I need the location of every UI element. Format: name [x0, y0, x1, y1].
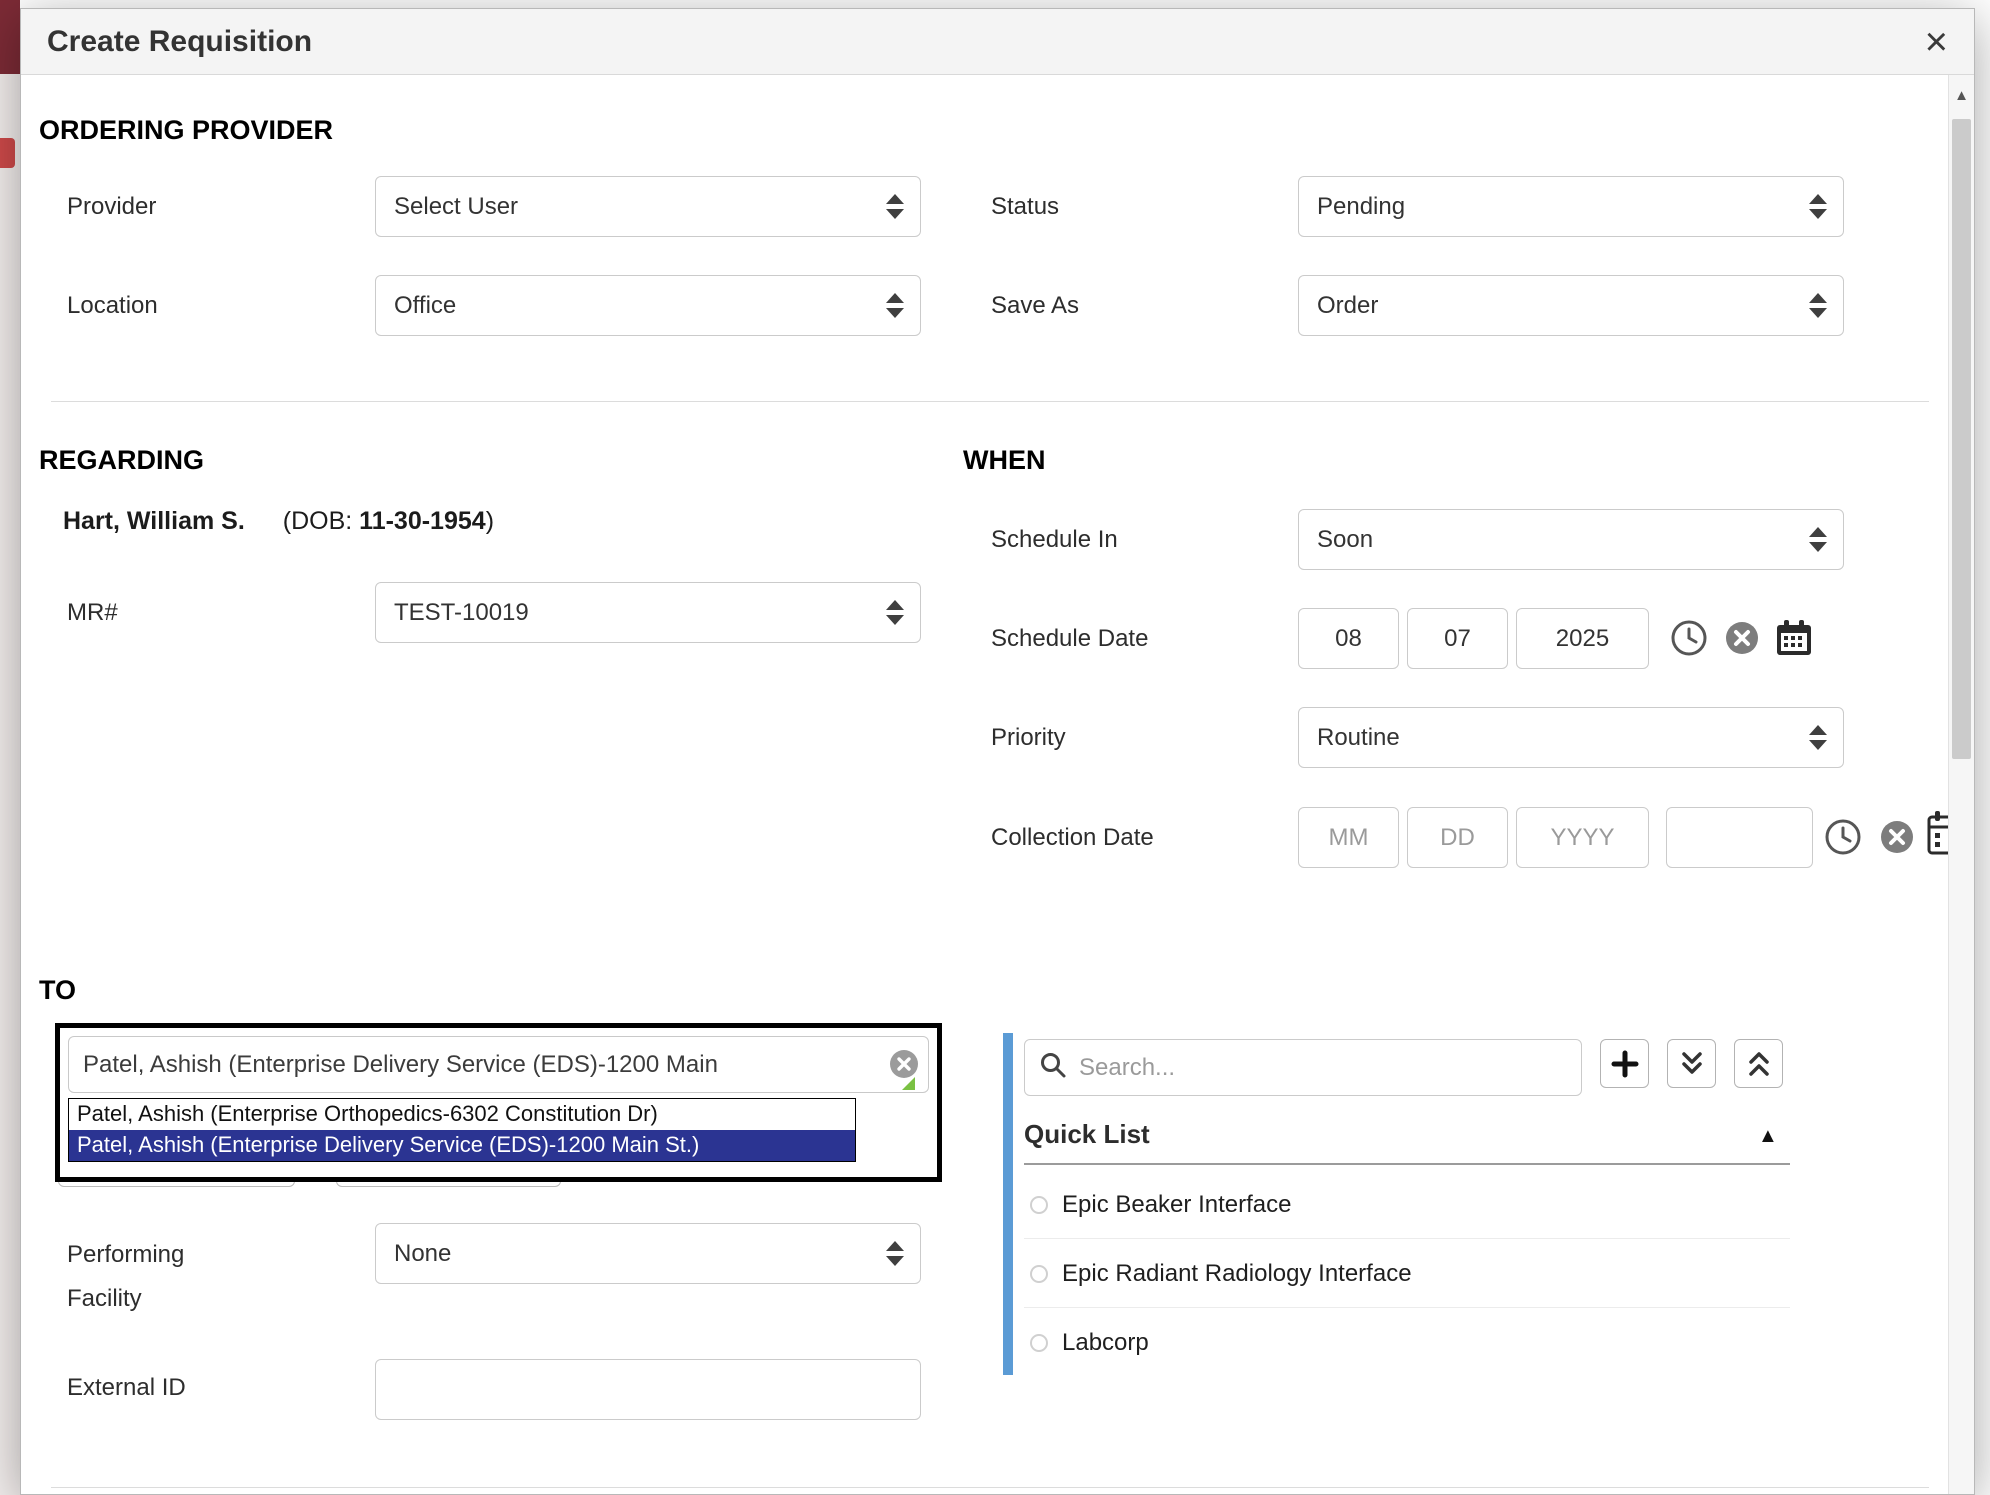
dob-value: 11-30-1954: [359, 507, 486, 535]
schedule-date-label: Schedule Date: [991, 625, 1148, 653]
schedule-year-input[interactable]: [1516, 608, 1649, 669]
quick-list-item-label: Epic Beaker Interface: [1062, 1191, 1291, 1219]
priority-select-value: Routine: [1317, 724, 1400, 752]
page-behind-modal: [0, 0, 20, 1495]
schedule-in-select[interactable]: Soon: [1298, 509, 1844, 570]
status-label: Status: [991, 193, 1059, 221]
performing-facility-select[interactable]: None: [375, 1223, 921, 1284]
patient-summary: Hart, William S. (DOB: 11-30-1954): [63, 507, 494, 536]
schedule-calendar-icon[interactable]: [1774, 618, 1814, 658]
schedule-month-input[interactable]: [1298, 608, 1399, 669]
quick-list-item[interactable]: Labcorp: [1024, 1309, 1790, 1377]
background-header-fragment: [0, 0, 20, 74]
modal-title: Create Requisition: [47, 25, 312, 59]
provider-select-value: Select User: [394, 193, 518, 221]
when-heading: WHEN: [963, 445, 1046, 476]
directory-search-input[interactable]: [1079, 1054, 1567, 1082]
regarding-heading: REGARDING: [39, 445, 204, 476]
background-alert-fragment: [0, 138, 15, 168]
quick-list-collapse-icon[interactable]: ▲: [1758, 1125, 1778, 1148]
save-as-label: Save As: [991, 292, 1079, 320]
recipient-input[interactable]: [68, 1036, 929, 1093]
location-select[interactable]: Office: [375, 275, 921, 336]
performing-facility-label: Performing Facility: [67, 1233, 227, 1321]
collection-time-clock-icon[interactable]: [1823, 817, 1863, 857]
bottom-divider: [51, 1487, 1929, 1488]
status-select-value: Pending: [1317, 193, 1405, 221]
select-caret-icon: [886, 600, 904, 625]
double-chevron-down-icon: [1677, 1049, 1707, 1079]
schedule-in-select-value: Soon: [1317, 526, 1373, 554]
mr-label: MR#: [67, 599, 118, 627]
priority-select[interactable]: Routine: [1298, 707, 1844, 768]
external-id-label: External ID: [67, 1374, 186, 1402]
patient-name: Hart, William S.: [63, 507, 245, 535]
select-caret-icon: [886, 194, 904, 219]
recipient-clear-icon[interactable]: [889, 1049, 919, 1084]
quick-list-item[interactable]: Epic Beaker Interface: [1024, 1171, 1790, 1239]
provider-select[interactable]: Select User: [375, 176, 921, 237]
recipient-autocomplete: Patel, Ashish (Enterprise Orthopedics-63…: [55, 1023, 942, 1182]
collection-month-input[interactable]: [1298, 807, 1399, 868]
ordering-provider-heading: ORDERING PROVIDER: [39, 115, 333, 146]
select-caret-icon: [1809, 194, 1827, 219]
save-as-select-value: Order: [1317, 292, 1378, 320]
modal-header: Create Requisition ×: [21, 9, 1974, 75]
location-select-value: Office: [394, 292, 456, 320]
expand-all-button[interactable]: [1667, 1039, 1716, 1088]
radio-icon[interactable]: [1030, 1265, 1048, 1283]
close-icon[interactable]: ×: [1925, 26, 1948, 58]
dob-close: ): [486, 507, 494, 535]
select-caret-icon: [1809, 527, 1827, 552]
quick-list-item-label: Labcorp: [1062, 1329, 1149, 1357]
provider-label: Provider: [67, 193, 156, 221]
radio-icon[interactable]: [1030, 1334, 1048, 1352]
scroll-up-arrow-icon[interactable]: ▲: [1949, 75, 1974, 115]
add-recipient-button[interactable]: [1600, 1039, 1649, 1088]
suggestion-item[interactable]: Patel, Ashish (Enterprise Orthopedics-63…: [69, 1099, 855, 1130]
collapse-all-button[interactable]: [1734, 1039, 1783, 1088]
save-as-select[interactable]: Order: [1298, 275, 1844, 336]
priority-label: Priority: [991, 724, 1066, 752]
double-chevron-up-icon: [1744, 1049, 1774, 1079]
collection-time-input[interactable]: [1666, 807, 1813, 868]
quick-list-item[interactable]: Epic Radiant Radiology Interface: [1024, 1240, 1790, 1308]
mr-select[interactable]: TEST-10019: [375, 582, 921, 643]
select-caret-icon: [1809, 293, 1827, 318]
scrollbar[interactable]: ▲: [1948, 75, 1974, 1494]
directory-accent-bar: [1003, 1033, 1013, 1375]
schedule-date-clear-icon[interactable]: [1724, 620, 1760, 656]
quick-list-underline: [1024, 1163, 1790, 1165]
collection-year-input[interactable]: [1516, 807, 1649, 868]
quick-list-heading: Quick List: [1024, 1119, 1150, 1150]
suggestion-list: Patel, Ashish (Enterprise Orthopedics-63…: [68, 1098, 856, 1162]
schedule-in-label: Schedule In: [991, 526, 1118, 554]
select-caret-icon: [1809, 725, 1827, 750]
collection-day-input[interactable]: [1407, 807, 1508, 868]
quick-list-item-label: Epic Radiant Radiology Interface: [1062, 1260, 1412, 1288]
suggestion-item-selected[interactable]: Patel, Ashish (Enterprise Delivery Servi…: [69, 1130, 855, 1161]
select-caret-icon: [886, 293, 904, 318]
screen: Create Requisition × ORDERING PROVIDER P…: [0, 0, 1990, 1495]
collection-date-clear-icon[interactable]: [1879, 819, 1915, 855]
scrollbar-thumb[interactable]: [1952, 119, 1971, 759]
performing-facility-select-value: None: [394, 1240, 451, 1268]
status-select[interactable]: Pending: [1298, 176, 1844, 237]
cutoff-calendar-icon[interactable]: [1927, 809, 1949, 867]
select-caret-icon: [886, 1241, 904, 1266]
external-id-input[interactable]: [375, 1359, 921, 1420]
create-requisition-modal: Create Requisition × ORDERING PROVIDER P…: [20, 8, 1975, 1495]
search-icon: [1039, 1051, 1067, 1084]
collection-date-label: Collection Date: [991, 824, 1154, 852]
to-heading: TO: [39, 975, 76, 1006]
dob-label: (DOB:: [283, 507, 352, 535]
radio-icon[interactable]: [1030, 1196, 1048, 1214]
schedule-time-clock-icon[interactable]: [1669, 618, 1709, 658]
schedule-day-input[interactable]: [1407, 608, 1508, 669]
plus-icon: [1610, 1049, 1640, 1079]
mr-select-value: TEST-10019: [394, 599, 529, 627]
location-label: Location: [67, 292, 158, 320]
directory-search[interactable]: [1024, 1039, 1582, 1096]
section-divider: [51, 401, 1929, 402]
